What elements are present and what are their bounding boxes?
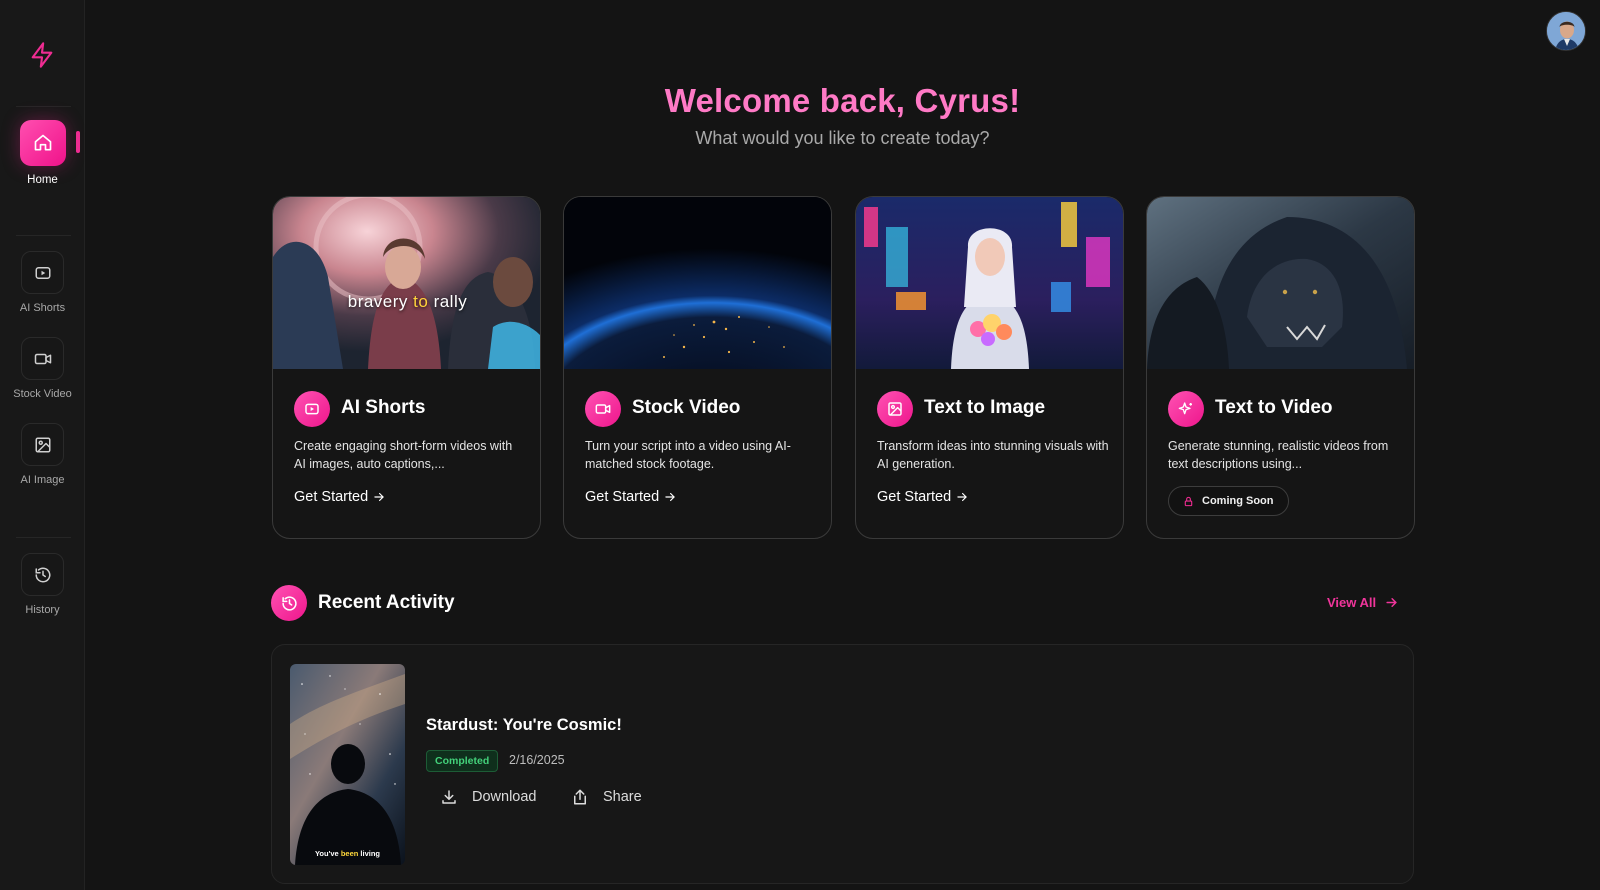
caption-text: bravery <box>347 292 414 311</box>
home-icon <box>34 134 51 151</box>
history-tile[interactable] <box>21 553 64 596</box>
page-title: Welcome back, Cyrus! <box>664 82 1021 119</box>
video-camera-icon <box>34 353 51 364</box>
coming-soon-badge: Coming Soon <box>1168 486 1289 516</box>
sidebar-item-ai-image[interactable]: AI Image <box>0 423 85 486</box>
activity-date: 2/16/2025 <box>509 753 565 767</box>
stock-video-tile[interactable] <box>21 337 64 380</box>
caption-text: living <box>358 849 380 858</box>
sidebar-item-ai-shorts[interactable]: AI Shorts <box>0 251 85 314</box>
page-subtitle: What would you like to create today? <box>695 128 990 148</box>
share-button[interactable]: Share <box>571 788 642 806</box>
video-play-icon <box>305 403 319 415</box>
sidebar-divider <box>16 537 71 538</box>
lock-icon <box>1184 496 1193 506</box>
card-image <box>1147 197 1414 369</box>
card-image-caption: bravery to rally <box>273 292 540 312</box>
sidebar-item-stock-video[interactable]: Stock Video <box>0 337 85 400</box>
card-icon <box>294 391 330 427</box>
video-play-icon <box>35 266 50 279</box>
caption-highlight: to <box>413 292 429 311</box>
home-tile[interactable] <box>19 120 66 166</box>
card-description: Create engaging short-form videos with A… <box>294 439 513 471</box>
card-image <box>856 197 1123 369</box>
get-started-label: Get Started <box>877 489 952 505</box>
activity-title: Stardust: You're Cosmic! <box>426 716 622 734</box>
card-image: bravery to rally <box>273 197 540 369</box>
active-indicator <box>76 131 80 153</box>
sidebar-item-label: AI Image <box>20 474 65 486</box>
arrow-right-icon <box>374 492 385 502</box>
card-description: Turn your script into a video using AI-m… <box>585 439 791 471</box>
status-badge: Completed <box>426 750 499 772</box>
share-icon <box>574 789 586 805</box>
history-icon <box>281 595 297 611</box>
caption-text: rally <box>428 292 468 311</box>
ai-shorts-tile[interactable] <box>21 251 64 294</box>
card-icon <box>877 391 913 427</box>
get-started-button[interactable]: Get Started <box>294 489 386 505</box>
card-stock-video[interactable]: Stock Video Turn your script into a vide… <box>563 196 832 539</box>
get-started-label: Get Started <box>585 489 660 505</box>
card-text-to-image[interactable]: Text to Image Transform ideas into stunn… <box>855 196 1124 539</box>
download-button[interactable]: Download <box>440 788 537 806</box>
activity-thumbnail[interactable]: You've been living <box>290 664 405 865</box>
section-title: Recent Activity <box>318 592 455 613</box>
caption-highlight: been <box>340 849 359 858</box>
card-title: Stock Video <box>632 397 741 418</box>
recent-activity-icon <box>271 585 307 621</box>
sidebar-item-home[interactable]: Home <box>0 120 85 186</box>
card-icon <box>585 391 621 427</box>
arrow-right-icon <box>1386 598 1398 607</box>
caption-text: You've <box>314 849 341 858</box>
card-text-to-video[interactable]: Text to Video Generate stunning, realist… <box>1146 196 1415 539</box>
get-started-label: Get Started <box>294 489 369 505</box>
image-icon <box>888 402 902 416</box>
card-title: Text to Image <box>924 397 1046 418</box>
card-image <box>564 197 831 369</box>
card-title: Text to Video <box>1215 397 1333 418</box>
sidebar-divider <box>16 235 71 236</box>
sidebar-divider <box>16 106 71 107</box>
user-photo <box>1547 12 1585 50</box>
download-label: Download <box>472 789 537 805</box>
video-camera-icon <box>595 404 611 414</box>
lightning-bolt-icon[interactable] <box>28 40 56 70</box>
get-started-button[interactable]: Get Started <box>585 489 677 505</box>
sidebar-item-label: Home <box>27 174 58 186</box>
download-icon <box>442 790 456 804</box>
card-ai-shorts[interactable]: bravery to rally AI Shorts Create engagi… <box>272 196 541 539</box>
ai-image-tile[interactable] <box>21 423 64 466</box>
sidebar-item-label: History <box>25 604 60 616</box>
coming-soon-label: Coming Soon <box>1202 495 1274 507</box>
image-icon <box>35 437 50 452</box>
card-description: Generate stunning, realistic videos from… <box>1168 439 1389 471</box>
thumbnail-caption: You've been living <box>290 849 405 858</box>
card-description: Transform ideas into stunning visuals wi… <box>877 439 1109 471</box>
history-icon <box>35 567 50 582</box>
sidebar: Home AI Shorts Stock Video AI Image Hist… <box>0 0 85 890</box>
sidebar-item-label: AI Shorts <box>19 302 66 314</box>
view-all-label: View All <box>1327 595 1377 610</box>
arrow-right-icon <box>957 492 968 502</box>
sidebar-item-history[interactable]: History <box>0 553 85 616</box>
share-label: Share <box>603 789 642 805</box>
arrow-right-icon <box>665 492 676 502</box>
view-all-link[interactable]: View All <box>1327 595 1399 610</box>
sidebar-item-label: Stock Video <box>13 388 72 400</box>
card-title: AI Shorts <box>341 397 426 418</box>
card-icon <box>1168 391 1204 427</box>
sparkles-icon <box>1178 402 1192 415</box>
get-started-button[interactable]: Get Started <box>877 489 969 505</box>
avatar[interactable] <box>1546 11 1586 51</box>
